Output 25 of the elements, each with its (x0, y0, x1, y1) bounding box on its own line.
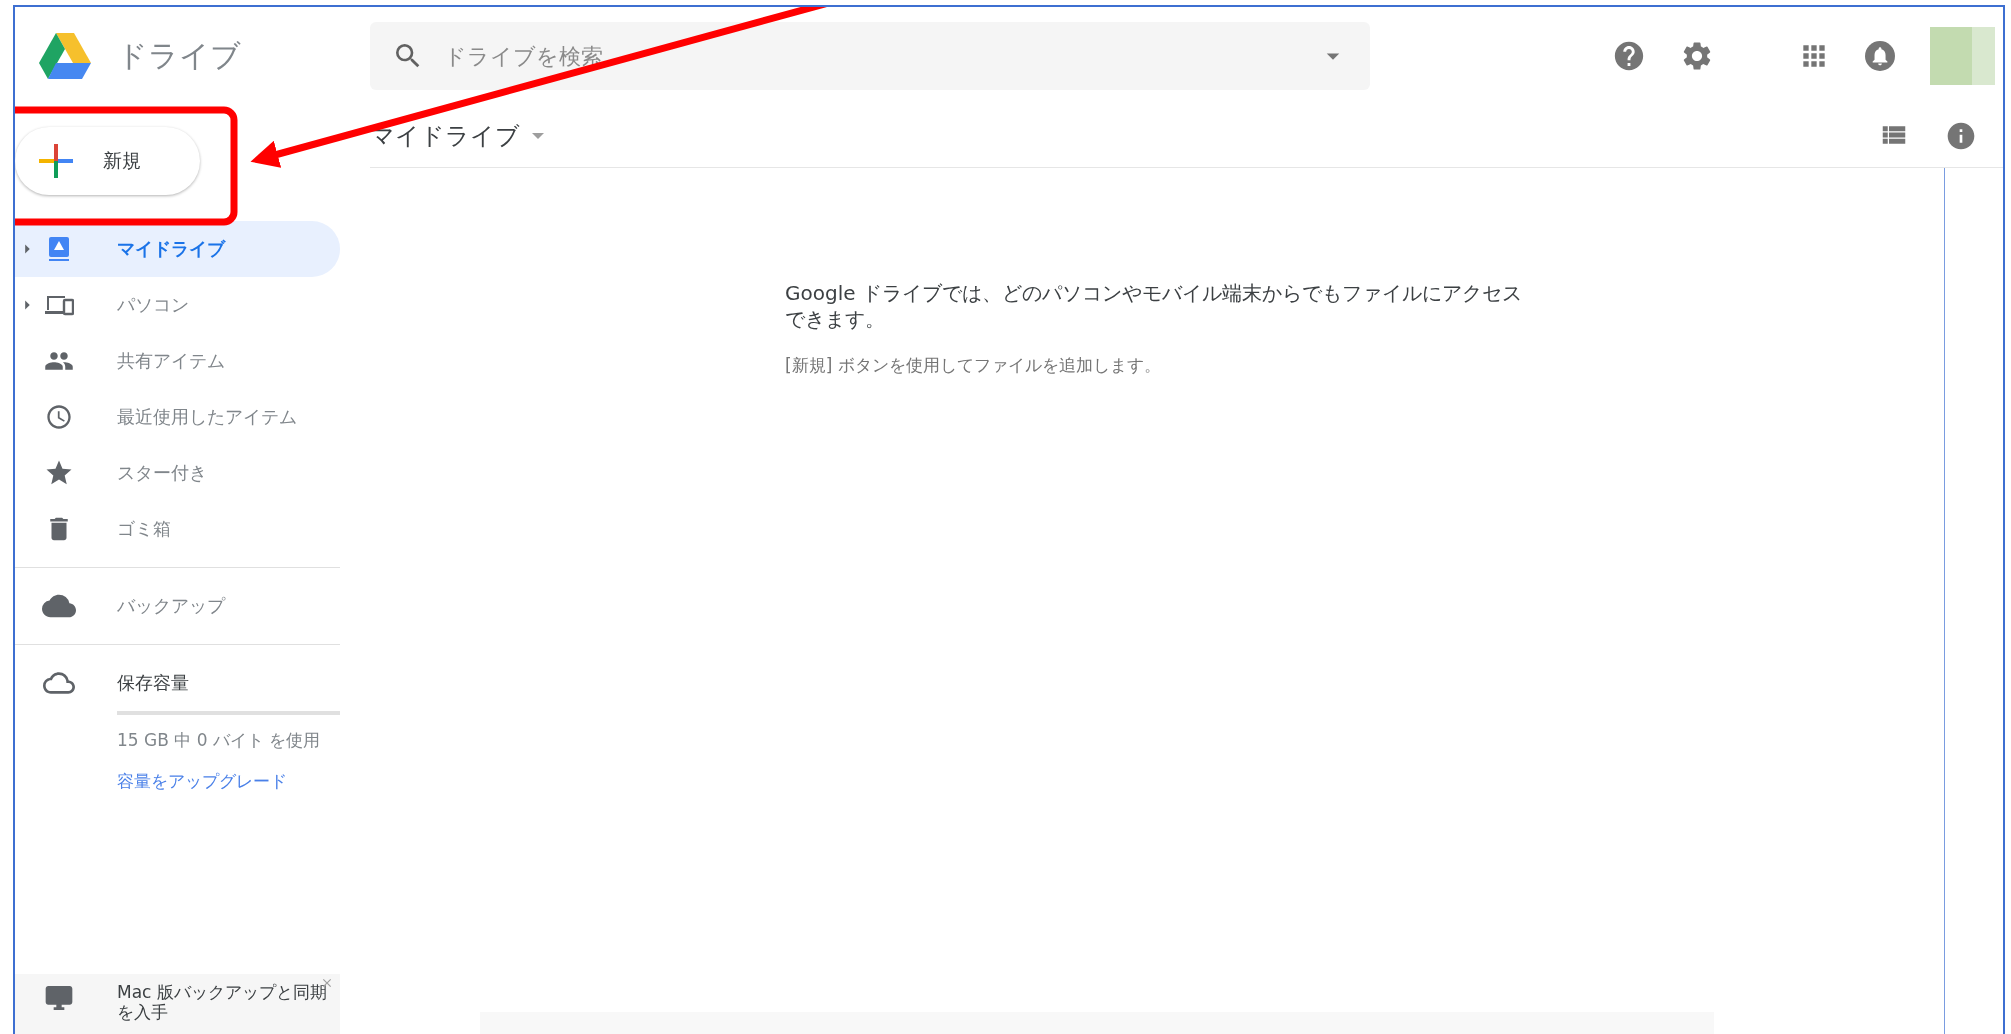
drive-logo-icon (39, 33, 91, 79)
devices-icon (44, 294, 74, 316)
nav-item[interactable]: 最近使用したアイテム (15, 389, 340, 445)
nav-item[interactable]: パソコン (15, 277, 340, 333)
nav-item[interactable]: スター付き (15, 445, 340, 501)
new-button[interactable]: 新規 (15, 127, 200, 195)
promo-text[interactable]: Mac 版バックアップと同期を入手 (117, 982, 327, 1022)
nav-item[interactable]: バックアップ (15, 578, 340, 634)
help-button[interactable] (1612, 39, 1646, 73)
storage-usage: 15 GB 中 0 バイト を使用 (117, 729, 322, 752)
notifications-button[interactable] (1864, 40, 1896, 72)
clock-icon (45, 403, 73, 431)
empty-message: Google ドライブでは、どのパソコンやモバイル端末からでもファイルにアクセスできます。 (785, 280, 1523, 332)
bell-icon (1864, 40, 1896, 72)
storage-label: 保存容量 (117, 671, 189, 695)
upgrade-link[interactable]: 容量をアップグレード (117, 770, 340, 793)
caret-icon (532, 133, 544, 139)
app-name: ドライブ (117, 36, 241, 75)
nav-item[interactable]: 共有アイテム (15, 333, 340, 389)
nav-item[interactable]: ゴミ箱 (15, 501, 340, 557)
nav-item[interactable]: マイドライブ (15, 221, 340, 277)
empty-hint: [新規] ボタンを使用してファイルを追加します。 (785, 354, 1162, 377)
info-button[interactable] (1945, 120, 1977, 152)
plus-icon (39, 144, 73, 178)
drive-folder-icon (47, 236, 71, 262)
